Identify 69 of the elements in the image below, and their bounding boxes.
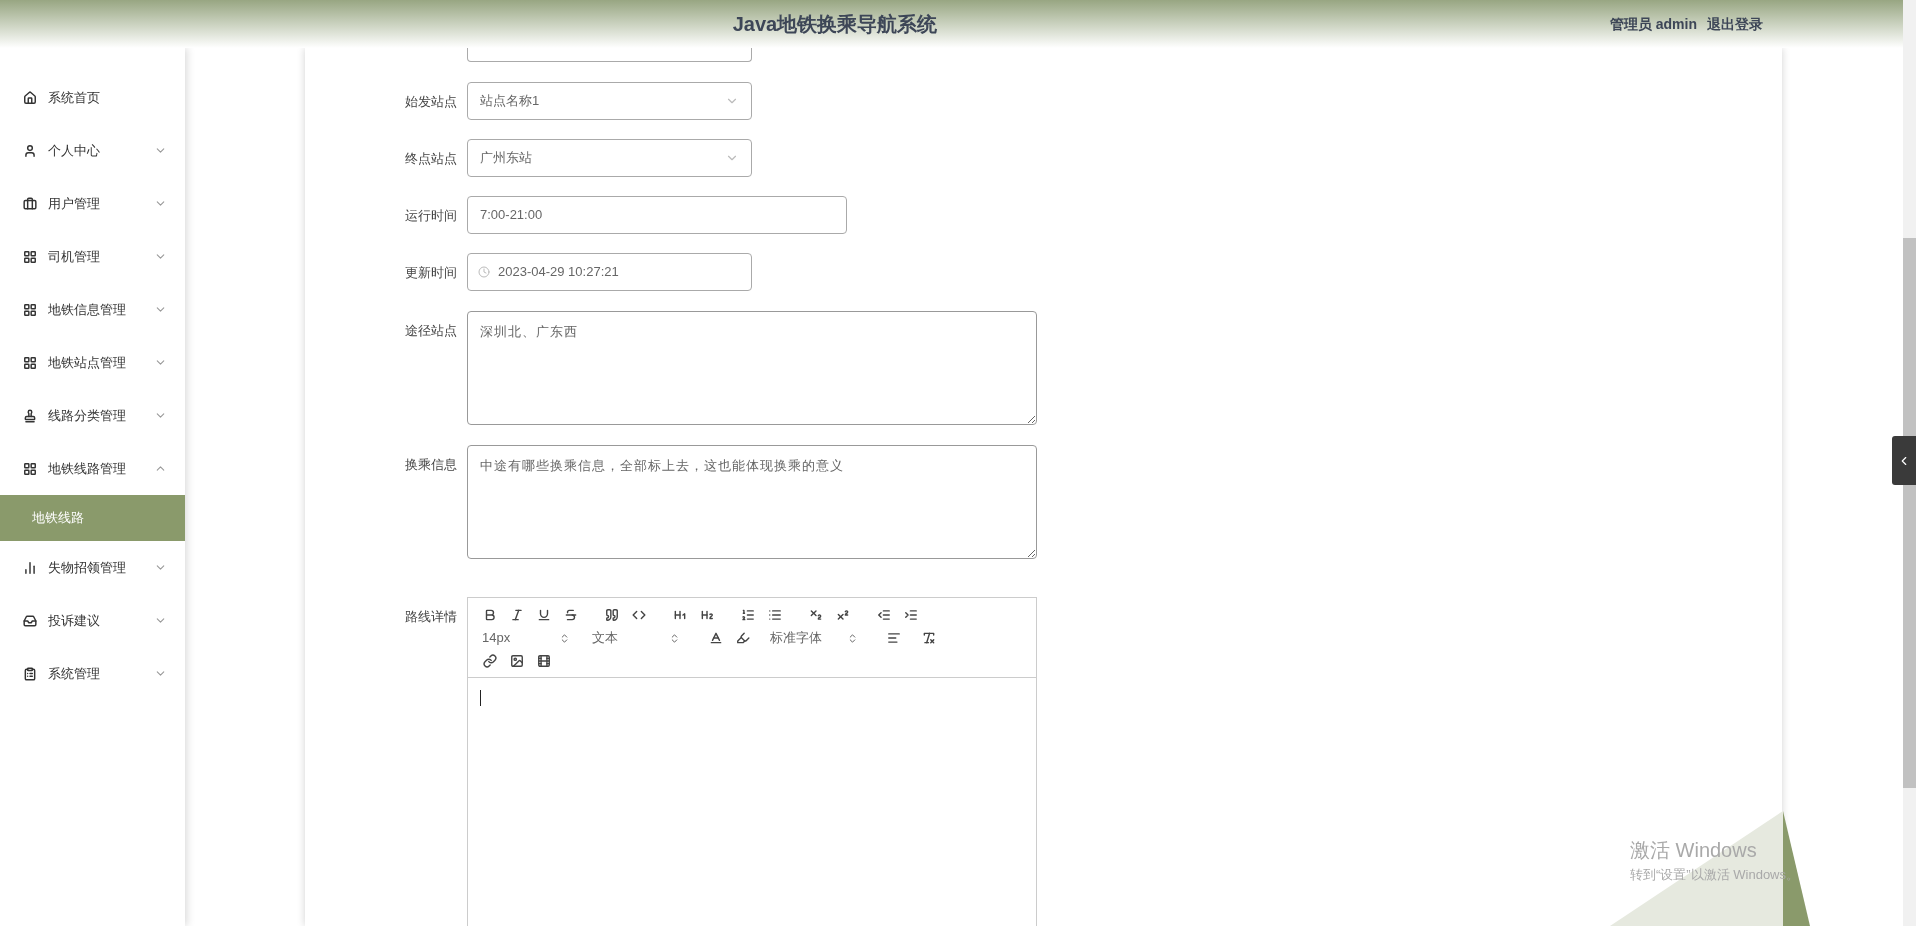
app-title: Java地铁换乘导航系统	[732, 12, 938, 37]
image-icon	[509, 654, 524, 668]
field-label: 路线详情	[404, 608, 458, 626]
bullet-list-icon	[767, 608, 782, 622]
logout-link[interactable]: 退出登录	[1707, 13, 1763, 35]
heading-1-icon	[672, 608, 687, 622]
select-field[interactable]: 站点名称1	[467, 82, 752, 120]
sidebar-item[interactable]: 线路分类管理	[0, 389, 185, 442]
sidebar-item[interactable]: 系统管理	[0, 647, 185, 700]
sidebar-item[interactable]: 地铁线路管理	[0, 442, 185, 495]
scrollbar[interactable]	[1903, 0, 1916, 926]
input-field[interactable]: 7:00-21:00	[467, 196, 847, 234]
highlight-icon	[735, 631, 750, 645]
sidebar-item[interactable]: 系统首页	[0, 71, 185, 124]
sidebar-item[interactable]: 司机管理	[0, 230, 185, 283]
video-icon	[536, 654, 551, 668]
sidebar-item[interactable]: 投诉建议	[0, 594, 185, 647]
field-label: 更新时间	[404, 264, 458, 282]
input-field[interactable]	[467, 48, 752, 62]
strikethrough-icon	[563, 608, 578, 622]
indent-icon	[903, 608, 918, 622]
field-label: 始发站点	[404, 93, 458, 111]
superscript-icon	[835, 608, 850, 622]
italic-icon	[509, 608, 524, 622]
code-icon	[631, 608, 646, 622]
textarea-field[interactable]: 深圳北、广东西	[467, 311, 1037, 425]
grid-icon	[23, 355, 37, 370]
quote-icon	[604, 608, 619, 622]
underline-icon	[536, 608, 551, 622]
clock-icon	[478, 266, 490, 278]
briefcase-icon	[23, 196, 37, 211]
sidebar-item[interactable]: 个人中心	[0, 124, 185, 177]
ordered-list-icon	[740, 608, 755, 622]
sidebar-item[interactable]: 地铁站点管理	[0, 336, 185, 389]
toolbar-select[interactable]: 14px	[482, 628, 578, 648]
outdent-icon	[876, 608, 891, 622]
up-down-caret-icon	[669, 632, 680, 644]
user-icon	[23, 143, 37, 158]
date-field[interactable]: 2023-04-29 10:27:21	[467, 253, 752, 291]
subscript-icon	[808, 608, 823, 622]
activation-title: 激活 Windows	[1630, 838, 1758, 863]
sidebar-item[interactable]: 失物招领管理	[0, 541, 185, 594]
grid-icon	[23, 461, 37, 476]
clipboard-icon	[23, 666, 37, 681]
grid-icon	[23, 302, 37, 317]
field-label: 换乘信息	[404, 456, 458, 474]
font-color-icon	[708, 631, 723, 645]
inbox-icon	[23, 613, 37, 628]
up-down-caret-icon	[847, 632, 858, 644]
stamp-icon	[23, 408, 37, 423]
field-label: 终点站点	[404, 150, 458, 168]
toolbar-select[interactable]: 文本	[592, 628, 688, 648]
heading-2-icon	[699, 608, 714, 622]
bar-chart-icon	[23, 560, 37, 575]
field-label: 运行时间	[404, 207, 458, 225]
sidebar-item[interactable]: 用户管理	[0, 177, 185, 230]
home-icon	[23, 90, 37, 105]
field-label: 途径站点	[404, 322, 458, 340]
user-label: 管理员 admin	[1609, 14, 1697, 34]
select-field[interactable]: 广州东站	[467, 139, 752, 177]
align-icon	[886, 631, 901, 645]
link-icon	[482, 654, 497, 668]
toolbar-select[interactable]: 标准字体	[770, 628, 866, 648]
clear-format-icon	[921, 631, 936, 645]
text-caret	[480, 690, 481, 706]
grid-icon	[23, 249, 37, 264]
up-down-caret-icon	[559, 632, 570, 644]
textarea-field[interactable]: 中途有哪些换乘信息，全部标上去，这也能体现换乘的意义	[467, 445, 1037, 559]
sidebar-item[interactable]: 地铁信息管理	[0, 283, 185, 336]
